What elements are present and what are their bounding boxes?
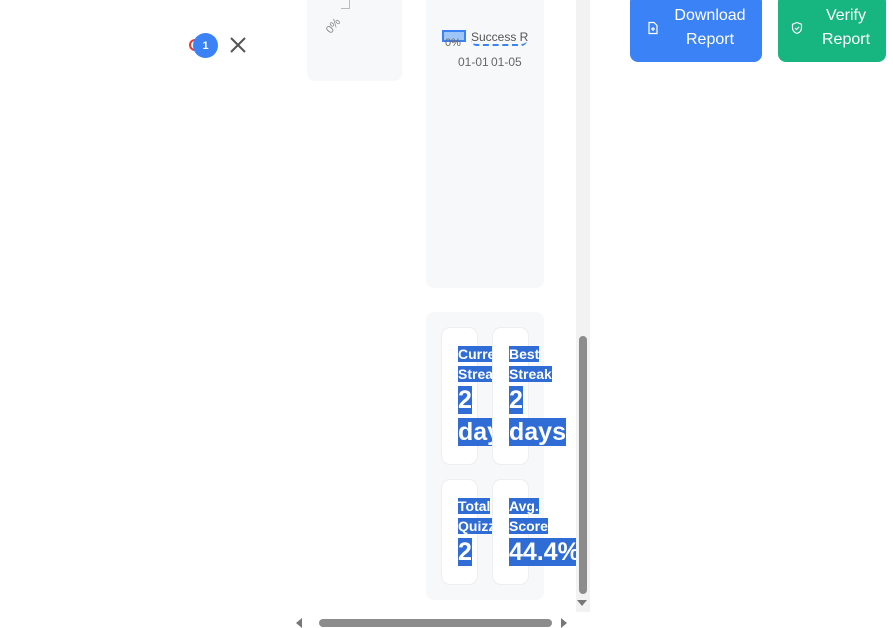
download-report-button[interactable]: Download Report <box>630 0 762 62</box>
stat-value: 2 <box>458 538 472 566</box>
scroll-left-arrow[interactable] <box>296 618 302 628</box>
vertical-scrollbar-thumb[interactable] <box>579 336 587 594</box>
scroll-right-arrow[interactable] <box>561 618 567 628</box>
verify-report-button[interactable]: Verify Report <box>778 0 886 62</box>
stat-label: Best <box>509 346 540 362</box>
stat-label: Total <box>458 498 491 514</box>
stat-value: day <box>458 418 494 446</box>
notification-badge[interactable]: 1 <box>193 33 218 58</box>
y-tick-label: 0% <box>445 37 461 49</box>
stat-current-streak-text: Curre Streal 2 day <box>458 344 494 448</box>
stat-label: Curre <box>458 346 494 362</box>
horizontal-scrollbar-thumb[interactable] <box>319 619 552 627</box>
download-report-label: Download Report <box>674 7 746 48</box>
axis-tick <box>341 0 350 9</box>
stat-label: Streak <box>509 366 552 382</box>
legend-label[interactable]: Success R <box>471 30 528 44</box>
x-tick-label: 01-01 <box>458 55 489 69</box>
chart-card-left <box>307 0 402 81</box>
stat-avg-score-text: Avg. Score 44.4% <box>509 496 580 568</box>
stat-value: days <box>509 418 566 446</box>
stat-value: 2 <box>458 386 472 414</box>
shield-icon <box>791 21 803 35</box>
stat-label: Score <box>509 518 548 534</box>
file-icon <box>648 21 658 35</box>
stat-total-quizzes-text: Total Quizz 2 <box>458 496 494 568</box>
close-button[interactable] <box>228 35 248 55</box>
verify-report-label: Verify Report <box>821 7 871 48</box>
stat-label: Streal <box>458 366 494 382</box>
scroll-down-arrow[interactable] <box>577 600 587 606</box>
close-icon <box>230 37 246 53</box>
stat-label: Avg. <box>509 498 539 514</box>
stat-value: 44.4% <box>509 538 580 566</box>
stat-value: 2 <box>509 386 523 414</box>
stat-label: Quizz <box>458 518 494 534</box>
stat-best-streak-text: Best Streak 2 days <box>509 344 569 448</box>
x-tick-label: 01-05 <box>491 55 522 69</box>
